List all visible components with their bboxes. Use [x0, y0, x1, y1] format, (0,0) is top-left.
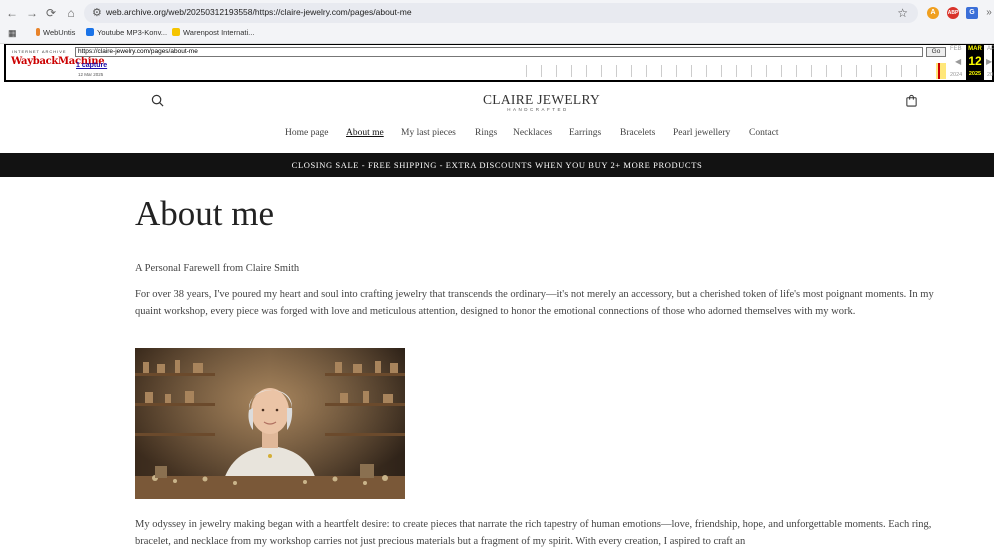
timeline-tick — [826, 65, 827, 77]
timeline-tick — [526, 65, 527, 77]
prev-year-label[interactable]: 2024 — [950, 72, 962, 78]
timeline-tick — [631, 65, 632, 77]
timeline-tick — [796, 65, 797, 77]
timeline-tick — [601, 65, 602, 77]
timeline-tick — [766, 65, 767, 77]
menu-earrings[interactable]: Earrings — [569, 128, 601, 138]
browser-chrome: ← → ⟳ ⌂ ⚙ web.archive.org/web/2025031219… — [0, 0, 994, 44]
captures-link[interactable]: 1 capture — [76, 62, 107, 69]
current-day: 12 — [968, 54, 982, 68]
bookmark-label: Youtube MP3-Konv... — [97, 28, 168, 37]
workshop-portrait-image — [135, 348, 405, 499]
timeline-tick — [691, 65, 692, 77]
prev-arrow-icon[interactable]: ◀ — [955, 57, 961, 66]
internet-archive-label: INTERNET ARCHIVE — [12, 49, 67, 54]
timeline-tick — [751, 65, 752, 77]
paragraph-odyssey: My odyssey in jewelry making began with … — [135, 519, 932, 547]
menu-rings[interactable]: Rings — [475, 128, 497, 138]
bookmark-label: WebUntis — [43, 28, 76, 37]
cart-icon[interactable] — [905, 94, 918, 107]
apps-grid-icon[interactable]: ▦ — [8, 28, 17, 39]
back-arrow-icon[interactable]: ← — [4, 5, 20, 21]
next-month-label[interactable]: AP — [987, 46, 994, 52]
timeline-tick — [661, 65, 662, 77]
current-year: 2025 — [968, 71, 982, 77]
address-bar[interactable]: ⚙ web.archive.org/web/20250312193558/htt… — [84, 3, 918, 23]
next-arrow-icon[interactable]: ▶ — [986, 57, 992, 66]
timeline-tick — [841, 65, 842, 77]
capture-date: 12 Mar 2025 — [78, 72, 104, 77]
paragraph-intro: For over 38 years, I've poured my heart … — [135, 289, 934, 317]
timeline-tick — [541, 65, 542, 77]
wayback-go-button[interactable]: Go — [926, 47, 946, 57]
search-icon[interactable] — [151, 94, 164, 107]
menu-home[interactable]: Home page — [285, 128, 329, 138]
wayback-toolbar: INTERNET ARCHIVE WaybackMachine https://… — [4, 44, 994, 82]
page-title: About me — [135, 194, 275, 233]
bookmarks-bar: ▦ WebUntis Youtube MP3-Konv... Warenpost… — [0, 26, 994, 42]
timeline-tick — [871, 65, 872, 77]
timeline-tick — [616, 65, 617, 77]
translate-extension-icon[interactable]: G — [966, 7, 978, 19]
announcement-banner: CLOSING SALE - FREE SHIPPING - EXTRA DIS… — [0, 153, 994, 177]
menu-about-me[interactable]: About me — [346, 128, 384, 138]
reload-icon[interactable]: ⟳ — [43, 5, 59, 21]
capture-timeline[interactable] — [526, 61, 946, 79]
timeline-tick — [886, 65, 887, 77]
menu-pearl-jewellery[interactable]: Pearl jewellery — [673, 128, 730, 138]
current-month: MAR — [968, 46, 982, 52]
timeline-tick — [706, 65, 707, 77]
wayback-url-input[interactable]: https://claire-jewelry.com/pages/about-m… — [75, 47, 923, 57]
menu-my-last-pieces[interactable]: My last pieces — [401, 128, 456, 138]
timeline-tick — [586, 65, 587, 77]
menu-bracelets[interactable]: Bracelets — [620, 128, 655, 138]
timeline-tick — [916, 65, 917, 77]
main-menu: Home page About me My last pieces Rings … — [0, 128, 994, 142]
site-page: CLAIRE JEWELRY HANDCRAFTED Home page Abo… — [0, 83, 994, 553]
adblock-extension-icon[interactable]: ABP — [947, 7, 959, 19]
timeline-tick — [736, 65, 737, 77]
site-settings-icon[interactable]: ⚙ — [92, 6, 102, 19]
next-year-label[interactable]: 20 — [987, 72, 993, 78]
site-logo[interactable]: CLAIRE JEWELRY HANDCRAFTED — [483, 92, 601, 112]
timeline-capture-marker — [938, 63, 940, 79]
logo-main-text: CLAIRE JEWELRY — [483, 92, 601, 107]
bookmark-label: Warenpost Internati... — [183, 28, 255, 37]
timeline-tick — [556, 65, 557, 77]
address-url: web.archive.org/web/20250312193558/https… — [106, 7, 412, 17]
timeline-tick — [571, 65, 572, 77]
timeline-tick — [856, 65, 857, 77]
menu-necklaces[interactable]: Necklaces — [513, 128, 552, 138]
timeline-tick — [811, 65, 812, 77]
page-subtitle: A Personal Farewell from Claire Smith — [135, 263, 300, 274]
timeline-tick — [781, 65, 782, 77]
prev-month-label[interactable]: FEB — [950, 46, 962, 52]
forward-arrow-icon[interactable]: → — [24, 5, 40, 21]
timeline-tick — [721, 65, 722, 77]
avast-extension-icon[interactable]: A — [927, 7, 939, 19]
timeline-tick — [646, 65, 647, 77]
browser-nav-row: ← → ⟳ ⌂ ⚙ web.archive.org/web/2025031219… — [0, 2, 994, 24]
current-date-calendar: MAR 12 2025 — [966, 45, 984, 81]
timeline-tick — [901, 65, 902, 77]
bookmark-star-icon[interactable]: ☆ — [897, 6, 908, 20]
bookmark-warenpost[interactable]: Warenpost Internati... — [172, 28, 254, 37]
menu-contact[interactable]: Contact — [749, 128, 779, 138]
timeline-tick — [676, 65, 677, 77]
bookmark-webuntis[interactable]: WebUntis — [36, 28, 75, 37]
bookmark-youtube-mp3[interactable]: Youtube MP3-Konv... — [86, 28, 167, 37]
home-icon[interactable]: ⌂ — [63, 5, 79, 21]
chevron-right-icon[interactable]: » — [981, 5, 994, 21]
